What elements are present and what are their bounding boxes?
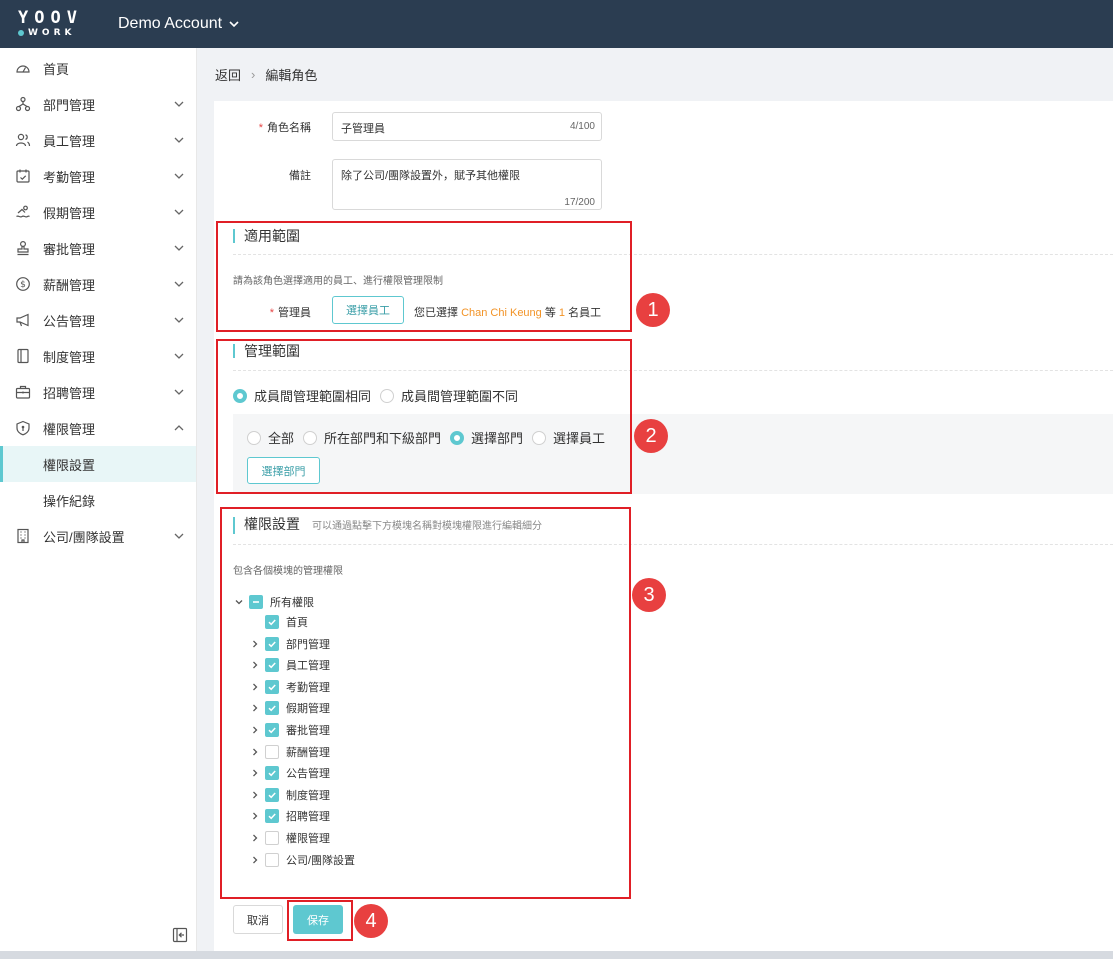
document-icon — [14, 347, 32, 365]
breadcrumb: 返回 › 編輯角色 — [198, 48, 1113, 101]
bottom-scrollbar[interactable] — [0, 951, 1113, 959]
sidebar: 首頁 部門管理 員工管理 考勤管理 假期管理 審批管理 $ 薪酬管理 公告管理 … — [0, 48, 197, 959]
page-title: 編輯角色 — [265, 68, 318, 83]
logo-text-bottom: WORK — [28, 28, 76, 38]
role-name-label: * 角色名稱 — [258, 122, 311, 134]
logo-text-bottom-row: WORK — [18, 27, 100, 39]
sidebar-item-label: 首頁 — [43, 61, 70, 77]
role-name-value: 子管理員 — [341, 123, 385, 135]
users-icon — [14, 131, 32, 149]
sidebar-item-label: 公司/團隊設置 — [43, 529, 125, 545]
shield-icon — [14, 419, 32, 437]
collapse-sidebar-icon[interactable] — [172, 927, 188, 943]
annotation-badge-4: 4 — [354, 904, 388, 938]
sidebar-subitem-label: 操作紀錄 — [43, 493, 96, 509]
svg-text:$: $ — [20, 280, 26, 290]
sidebar-item-recruitment[interactable]: 招聘管理 — [0, 374, 196, 410]
annotation-box-permissions — [220, 507, 631, 899]
role-name-counter: 4/100 — [569, 121, 595, 132]
chevron-down-icon — [174, 389, 184, 395]
cancel-button[interactable]: 取消 — [233, 905, 283, 934]
sidebar-item-leave[interactable]: 假期管理 — [0, 194, 196, 230]
sidebar-item-approval[interactable]: 審批管理 — [0, 230, 196, 266]
sidebar-subitem-operation-log[interactable]: 操作紀錄 — [0, 482, 196, 518]
calendar-check-icon — [14, 167, 32, 185]
org-chart-icon — [14, 95, 32, 113]
chevron-down-icon — [174, 137, 184, 143]
sidebar-item-label: 假期管理 — [43, 205, 96, 221]
sidebar-item-departments[interactable]: 部門管理 — [0, 86, 196, 122]
sidebar-item-label: 公告管理 — [43, 313, 96, 329]
dollar-circle-icon: $ — [14, 275, 32, 293]
chevron-down-icon — [174, 353, 184, 359]
sidebar-item-permissions[interactable]: 權限管理 — [0, 410, 196, 446]
building-icon — [14, 527, 32, 545]
account-switcher[interactable]: Demo Account — [118, 15, 240, 33]
chevron-down-icon — [174, 173, 184, 179]
sidebar-item-label: 招聘管理 — [43, 385, 96, 401]
sidebar-item-label: 審批管理 — [43, 241, 96, 257]
sidebar-item-label: 考勤管理 — [43, 169, 96, 185]
annotation-badge-3: 3 — [632, 578, 666, 612]
swimmer-icon — [14, 203, 32, 221]
chevron-down-icon — [174, 281, 184, 287]
required-asterisk: * — [258, 122, 263, 134]
annotation-badge-2: 2 — [634, 419, 668, 453]
notes-textarea[interactable]: 除了公司/團隊設置外，賦予其他權限 17/200 — [332, 159, 602, 210]
chevron-down-icon — [174, 101, 184, 107]
account-name: Demo Account — [118, 15, 223, 32]
logo-text-top: YOOV — [18, 8, 83, 28]
sidebar-item-announcements[interactable]: 公告管理 — [0, 302, 196, 338]
notes-label: 備註 — [289, 170, 311, 182]
chevron-up-icon — [174, 425, 184, 431]
top-bar: YOOV WORK Demo Account — [0, 0, 1113, 48]
sidebar-subitem-label: 權限設置 — [43, 457, 96, 473]
annotation-badge-1: 1 — [636, 293, 670, 327]
notes-value: 除了公司/團隊設置外，賦予其他權限 — [341, 170, 521, 182]
annotation-box-scope — [216, 221, 632, 332]
megaphone-icon — [14, 311, 32, 329]
logo-dot-icon — [18, 30, 24, 36]
sidebar-item-label: 薪酬管理 — [43, 277, 96, 293]
chevron-down-icon — [174, 209, 184, 215]
notes-counter: 17/200 — [564, 197, 595, 208]
stamp-icon — [14, 239, 32, 257]
back-link[interactable]: 返回 — [215, 65, 241, 84]
annotation-box-manage-scope — [216, 339, 632, 494]
sidebar-item-payroll[interactable]: $ 薪酬管理 — [0, 266, 196, 302]
annotation-box-save — [287, 900, 353, 941]
role-name-input[interactable]: 子管理員 4/100 — [332, 112, 602, 141]
chevron-down-icon — [174, 317, 184, 323]
chevron-down-icon — [174, 245, 184, 251]
yoov-work-logo[interactable]: YOOV WORK — [18, 9, 100, 39]
breadcrumb-separator: › — [251, 67, 256, 82]
sidebar-item-company-settings[interactable]: 公司/團隊設置 — [0, 518, 196, 554]
sidebar-subitem-permission-settings[interactable]: 權限設置 — [0, 446, 196, 482]
sidebar-item-label: 員工管理 — [43, 133, 96, 149]
briefcase-icon — [14, 383, 32, 401]
dashboard-icon — [14, 59, 32, 77]
sidebar-item-employees[interactable]: 員工管理 — [0, 122, 196, 158]
sidebar-item-home[interactable]: 首頁 — [0, 50, 196, 86]
chevron-down-icon — [174, 533, 184, 539]
sidebar-item-label: 部門管理 — [43, 97, 96, 113]
sidebar-item-policies[interactable]: 制度管理 — [0, 338, 196, 374]
sidebar-item-label: 制度管理 — [43, 349, 96, 365]
sidebar-item-attendance[interactable]: 考勤管理 — [0, 158, 196, 194]
sidebar-item-label: 權限管理 — [43, 421, 96, 437]
chevron-down-icon — [229, 21, 239, 28]
